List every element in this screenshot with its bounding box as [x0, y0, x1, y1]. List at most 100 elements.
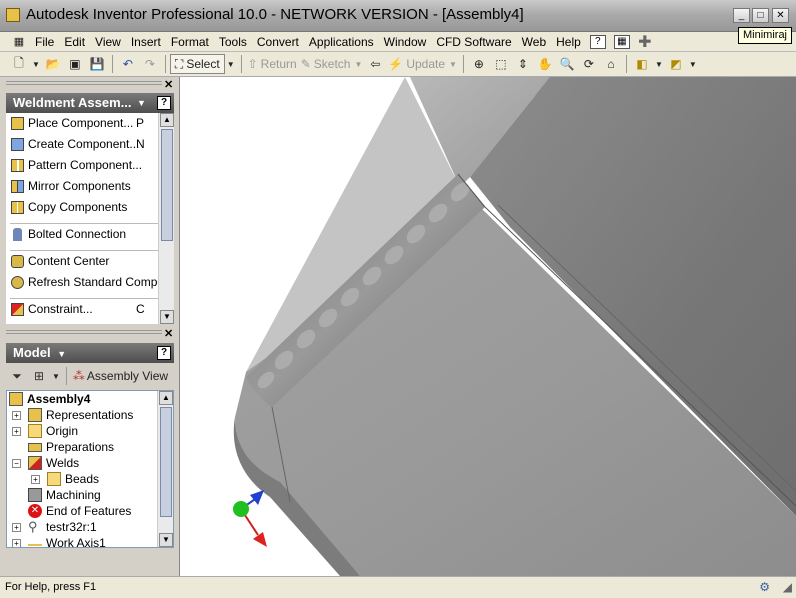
scroll-down-icon[interactable]: ▼	[159, 533, 173, 547]
panel-item-bolted-connection[interactable]: Bolted Connection	[6, 224, 174, 245]
open-icon[interactable]: 📂	[42, 54, 64, 74]
menu-help[interactable]: Help	[551, 33, 586, 51]
bolt-icon	[13, 228, 22, 241]
model-panel-header[interactable]: Model ▼ ?	[6, 343, 174, 363]
redo-icon[interactable]: ↷	[139, 54, 161, 74]
panel-item-mirror-components[interactable]: Mirror Components	[6, 176, 174, 197]
scroll-down-icon[interactable]: ▼	[160, 310, 174, 324]
save-icon[interactable]: 💾	[86, 54, 108, 74]
panel-item-pattern-component[interactable]: Pattern Component...	[6, 155, 174, 176]
help-icon[interactable]: ?	[157, 96, 171, 110]
expand-icon[interactable]: +	[12, 539, 21, 547]
graphics-viewport[interactable]	[179, 77, 796, 576]
menu-cfd-software[interactable]: CFD Software	[431, 33, 516, 51]
weldment-panel-header[interactable]: Weldment Assem... ▼ ?	[6, 93, 174, 113]
expand-icon[interactable]: +	[12, 523, 21, 532]
zoom-selected-icon[interactable]: 🔍	[556, 54, 578, 74]
browser-pane: ✕ Weldment Assem... ▼ ? Place Component.…	[0, 77, 179, 576]
menu-web[interactable]: Web	[517, 33, 551, 51]
update-dropdown-icon[interactable]: ▼	[447, 54, 459, 74]
menu-window[interactable]: Window	[379, 33, 432, 51]
menu-insert[interactable]: Insert	[126, 33, 166, 51]
display-dropdown-icon[interactable]: ▼	[653, 54, 665, 74]
calculator-icon[interactable]: ▦	[613, 34, 630, 49]
menu-edit[interactable]: Edit	[59, 33, 90, 51]
minimize-button[interactable]: _	[733, 8, 750, 23]
panel-item-constraint[interactable]: Constraint... C	[6, 299, 174, 320]
scroll-up-icon[interactable]: ▲	[160, 113, 174, 127]
chevron-down-icon[interactable]: ▼	[137, 93, 146, 113]
shortcut-key: P	[136, 116, 145, 130]
panel-grip[interactable]	[6, 330, 162, 334]
collapse-icon[interactable]: −	[12, 459, 21, 468]
scroll-up-icon[interactable]: ▲	[159, 391, 173, 405]
assembly-view-button[interactable]: ⁂ Assembly View	[71, 366, 170, 386]
project-icon[interactable]: ▣	[64, 54, 86, 74]
display-style-icon[interactable]: ◧	[631, 54, 653, 74]
tree-item-representations[interactable]: + Representations	[7, 407, 173, 423]
panel-grip[interactable]	[6, 81, 162, 85]
tree-item-preparations[interactable]: Preparations	[7, 439, 173, 455]
panel-item-create-component[interactable]: Create Component... N	[6, 134, 174, 155]
shadow-icon[interactable]: ◩	[665, 54, 687, 74]
tree-item-welds[interactable]: − Welds	[7, 455, 173, 471]
panel-item-refresh-standard-components[interactable]: Refresh Standard Components	[6, 272, 174, 293]
expand-icon[interactable]: +	[31, 475, 40, 484]
update-button[interactable]: ⚡ Update	[386, 54, 447, 74]
panel-item-copy-components[interactable]: Copy Components	[6, 197, 174, 218]
weldment-scrollbar[interactable]: ▲ ▼	[158, 113, 174, 324]
look-at-icon[interactable]: ⌂	[600, 54, 622, 74]
model-render[interactable]	[180, 77, 796, 576]
menu-file[interactable]: File	[30, 33, 59, 51]
plus-icon[interactable]: ✚	[634, 32, 656, 52]
filter-icon[interactable]: ⏷	[6, 366, 28, 386]
new-dropdown-icon[interactable]: ▼	[30, 54, 42, 74]
scroll-thumb[interactable]	[160, 407, 172, 517]
view-dropdown-icon[interactable]: ▼	[50, 366, 62, 386]
zoom-window-icon[interactable]: ⬚	[490, 54, 512, 74]
resize-grip-icon[interactable]: ◢	[783, 580, 792, 594]
tree-view-icon[interactable]: ⊞	[28, 366, 50, 386]
menu-tools[interactable]: Tools	[214, 33, 252, 51]
menu-convert[interactable]: Convert	[252, 33, 304, 51]
menu-view[interactable]: View	[90, 33, 126, 51]
toolbar-separator	[164, 55, 166, 73]
menu-format[interactable]: Format	[166, 33, 214, 51]
rotate-icon[interactable]: ⟳	[578, 54, 600, 74]
undo-icon[interactable]: ↶	[117, 54, 139, 74]
pan-icon[interactable]: ✋	[534, 54, 556, 74]
help-icon[interactable]: ?	[157, 346, 171, 360]
sketch-dropdown-icon[interactable]: ▼	[352, 54, 364, 74]
panel-close-icon[interactable]: ✕	[164, 78, 173, 91]
zoom-icon[interactable]: ⇕	[512, 54, 534, 74]
tree-item-beads[interactable]: + Beads	[7, 471, 173, 487]
tree-item-assembly4[interactable]: Assembly4	[7, 391, 173, 407]
doc-icon[interactable]: ▦	[8, 32, 30, 52]
help-icon[interactable]: ?	[589, 34, 606, 49]
select-button[interactable]: ⛶ Select	[169, 54, 225, 74]
tree-item-origin[interactable]: + Origin	[7, 423, 173, 439]
expand-icon[interactable]: +	[12, 427, 21, 436]
close-button[interactable]: ✕	[772, 8, 789, 23]
tree-item-machining[interactable]: Machining	[7, 487, 173, 503]
panel-item-place-component[interactable]: Place Component... P	[6, 113, 174, 134]
zoom-all-icon[interactable]: ⊕	[468, 54, 490, 74]
new-icon[interactable]: 🗋	[8, 54, 30, 74]
select-dropdown-icon[interactable]: ▼	[225, 54, 237, 74]
scroll-thumb[interactable]	[161, 129, 173, 241]
return-button[interactable]: ⇧ Return	[246, 54, 299, 74]
sketch-button[interactable]: ✎ Sketch	[299, 54, 353, 74]
maximize-button[interactable]: □	[752, 8, 769, 23]
panel-close-icon[interactable]: ✕	[164, 327, 173, 340]
tree-item-end-of-features[interactable]: ✕ End of Features	[7, 503, 173, 519]
expand-icon[interactable]: +	[12, 411, 21, 420]
back-icon[interactable]: ⇦	[364, 54, 386, 74]
tree-item-work-axis1[interactable]: + Work Axis1	[7, 535, 173, 547]
tree-item-testr32r[interactable]: + ⚲ testr32r:1	[7, 519, 173, 535]
model-tree-scrollbar[interactable]: ▲ ▼	[157, 391, 173, 547]
shadow-dropdown-icon[interactable]: ▼	[687, 54, 699, 74]
return-icon: ⇧	[247, 57, 258, 71]
chevron-down-icon[interactable]: ▼	[57, 349, 66, 359]
menu-applications[interactable]: Applications	[304, 33, 379, 51]
panel-item-content-center[interactable]: Content Center	[6, 251, 174, 272]
